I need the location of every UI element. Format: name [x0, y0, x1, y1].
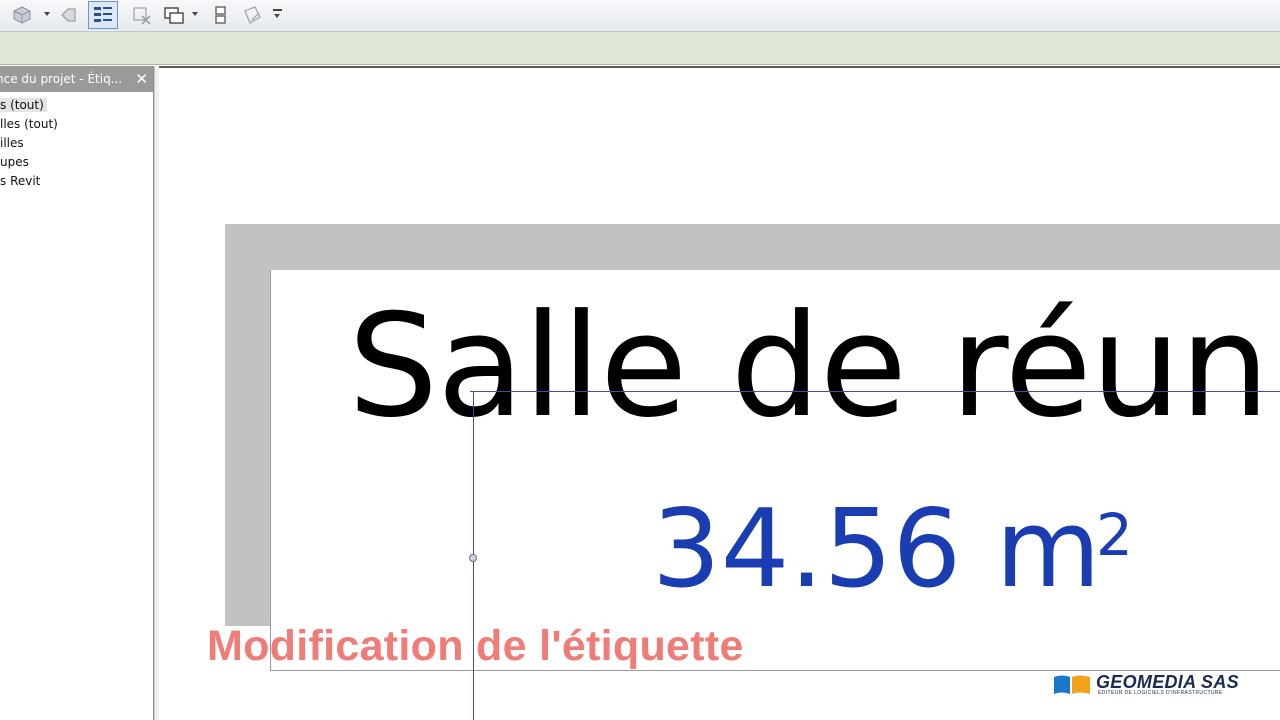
ribbon-band: [0, 32, 1280, 65]
tree-item-label: upes: [0, 155, 29, 169]
3d-view-icon[interactable]: [10, 3, 34, 27]
visible-dropdown-icon[interactable]: [44, 12, 50, 16]
panel-title: nce du projet - Étiq...: [0, 72, 123, 86]
thin-lines-icon[interactable]: [88, 1, 118, 29]
browser-tree: s (tout) lles (tout) illes upes s Revit: [0, 96, 58, 191]
drag-grip-handle[interactable]: [469, 554, 477, 562]
panel-header: nce du projet - Étiq... ✕: [0, 66, 153, 92]
tree-item[interactable]: upes: [0, 153, 58, 172]
customize-bar-icon: [273, 9, 282, 11]
split-icon[interactable]: [208, 3, 232, 27]
tree-item[interactable]: lles (tout): [0, 115, 58, 134]
cascade-icon[interactable]: [240, 3, 264, 27]
room-area-label[interactable]: 34.56 m: [652, 496, 1101, 604]
video-caption: Modification de l'étiquette: [207, 622, 744, 670]
quick-access-toolbar: [0, 0, 1280, 32]
horizontal-reference-line[interactable]: [470, 391, 1280, 392]
tree-item-label: illes: [0, 136, 24, 150]
geomedia-logo: GEOMEDIA SAS EDITEUR DE LOGICIELS D'INFR…: [1052, 672, 1276, 702]
close-hidden-icon[interactable]: [130, 3, 154, 27]
geomedia-logo-icon: [1052, 674, 1092, 696]
switch-windows-dropdown-icon[interactable]: [192, 12, 198, 16]
tree-item-label: s Revit: [0, 174, 41, 188]
project-browser-panel: nce du projet - Étiq... ✕ s (tout) lles …: [0, 66, 154, 720]
customize-dropdown-icon[interactable]: [274, 14, 280, 18]
tree-item-label: lles (tout): [0, 117, 58, 131]
area-superscript: 2: [1096, 501, 1133, 569]
tree-item[interactable]: illes: [0, 134, 58, 153]
tree-item-label: s (tout): [0, 98, 47, 112]
close-icon[interactable]: ✕: [135, 66, 148, 92]
tree-item[interactable]: s (tout): [0, 96, 58, 115]
tree-item[interactable]: s Revit: [0, 172, 58, 191]
room-name-label[interactable]: Salle de réuni: [348, 296, 1280, 438]
logo-subtitle: EDITEUR DE LOGICIELS D'INFRASTRUCTURE: [1098, 690, 1223, 696]
switch-windows-icon[interactable]: [162, 3, 186, 27]
tag-icon[interactable]: [56, 3, 80, 27]
